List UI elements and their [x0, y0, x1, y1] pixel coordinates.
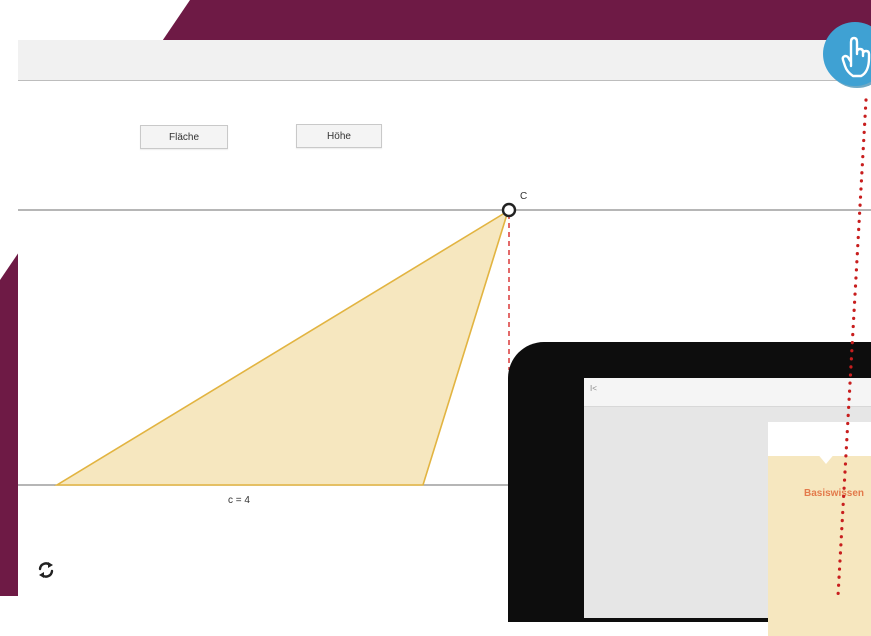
tablet-card: Basiswissen — [768, 422, 871, 636]
refresh-icon[interactable] — [36, 560, 56, 580]
tablet-card-label: Basiswissen — [804, 488, 865, 499]
tablet-device: I< Basiswissen — [508, 342, 871, 636]
tablet-topbar: I< — [584, 378, 871, 407]
tablet-topbar-label: I< — [590, 384, 597, 393]
vertex-c-label: C — [520, 191, 528, 202]
vertex-c-handle[interactable] — [501, 202, 517, 218]
tablet-card-body — [768, 456, 871, 636]
hand-pointer-icon — [823, 22, 871, 88]
tablet-card-notch — [816, 452, 836, 464]
side-c-label: c = 4 — [228, 495, 250, 506]
triangle — [54, 209, 510, 486]
tablet-screen: I< Basiswissen — [584, 378, 871, 636]
